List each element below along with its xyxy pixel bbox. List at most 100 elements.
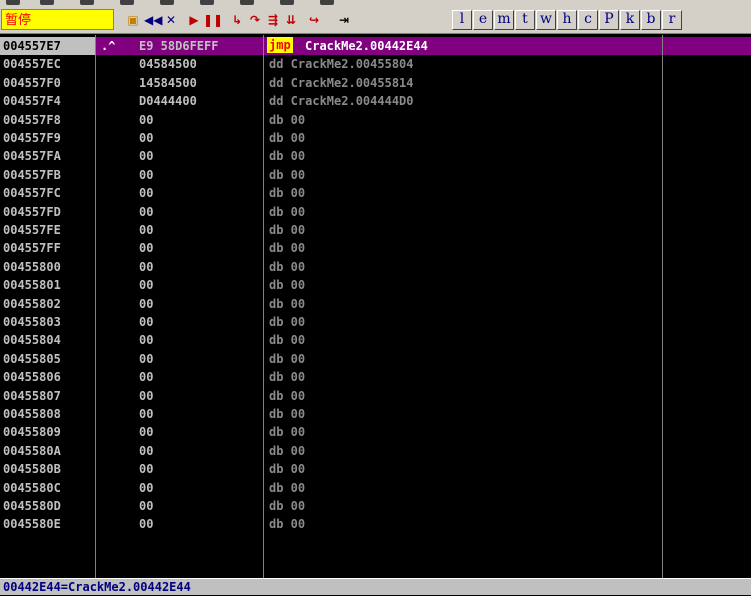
table-row[interactable]: 00455808 00 db 00 [0,405,751,423]
disassembly-text: dd CrackMe2.00455804 [269,57,414,72]
disassembly-text: db 00 [269,296,306,311]
column-divider[interactable] [263,35,264,578]
table-row[interactable]: 004557FC 00 db 00 [0,184,751,202]
table-row[interactable]: 004557FF 00 db 00 [0,239,751,257]
selected-row[interactable]: 004557E7 .^ E9 58D6FEFF jmp CrackMe2.004… [0,37,751,56]
address: 0045580C [3,480,61,495]
patches-window-button[interactable]: P [599,10,619,30]
pause-icon[interactable]: ❚❚ [203,10,223,30]
table-row[interactable]: 00455804 00 db 00 [0,331,751,349]
disassembly-text: db 00 [269,167,306,182]
threads-window-button[interactable]: t [515,10,535,30]
table-row[interactable]: 00455801 00 db 00 [0,276,751,294]
run-icon[interactable]: ▶ [185,10,203,30]
close-icon[interactable]: ✕ [162,10,180,30]
table-row[interactable]: 0045580E 00 db 00 [0,515,751,533]
table-row[interactable]: 00455805 00 db 00 [0,350,751,368]
goto-icon[interactable]: ⇥ [335,10,353,30]
column-divider[interactable] [662,35,663,578]
hex-dump: 00 [139,167,154,182]
disassembly-text: db 00 [269,241,306,256]
memory-window-button[interactable]: m [494,10,514,30]
table-row[interactable]: 00455803 00 db 00 [0,313,751,331]
table-row[interactable]: 004557FD 00 db 00 [0,203,751,221]
modules-window-button[interactable]: e [473,10,493,30]
table-row[interactable]: 00455800 00 db 00 [0,258,751,276]
table-row[interactable]: 004557FA 00 db 00 [0,147,751,165]
table-row[interactable]: 004557FE 00 db 00 [0,221,751,239]
address: 004557F4 [3,94,61,109]
disassembly-text: db 00 [269,149,306,164]
hex-dump: 14584500 [139,75,197,90]
address: 00455809 [3,425,61,440]
hex-dump: 00 [139,443,154,458]
hex-dump: 00 [139,149,154,164]
table-row[interactable]: 0045580C 00 db 00 [0,479,751,497]
hex-dump: E9 58D6FEFF [139,39,219,53]
address: 00455802 [3,296,61,311]
hex-dump: D0444400 [139,94,197,109]
disassembly-text: db 00 [269,204,306,219]
table-row[interactable]: 004557F8 00 db 00 [0,111,751,129]
disassembly-text: db 00 [269,259,306,274]
references-window-button[interactable]: r [662,10,682,30]
table-row[interactable]: 0045580A 00 db 00 [0,442,751,460]
menu-icon[interactable] [80,0,94,5]
table-row[interactable]: 004557FB 00 db 00 [0,166,751,184]
menu-icon[interactable] [160,0,174,5]
step-into-icon[interactable]: ↳ [228,10,246,30]
disassembly-text: db 00 [269,131,306,145]
call-stack-window-button[interactable]: k [620,10,640,30]
disassembly-pane[interactable]: 004557E7 .^ E9 58D6FEFF jmp CrackMe2.004… [0,35,751,578]
address: 00455800 [3,259,61,274]
breakpoints-window-button[interactable]: b [641,10,661,30]
step-over-icon[interactable]: ↷ [246,10,264,30]
menu-icon[interactable] [280,0,294,5]
trace-over-icon[interactable]: ⇊ [282,10,300,30]
log-window-button[interactable]: l [452,10,472,30]
table-row[interactable]: 0045580D 00 db 00 [0,497,751,515]
table-row[interactable]: 004557F9 00 db 00 [0,129,751,147]
address: 004557FE [3,223,61,237]
menu-icon[interactable] [40,0,54,5]
disassembly-text: db 00 [269,517,306,532]
address: 00455801 [3,278,61,293]
disassembly-text: dd CrackMe2.00455814 [269,75,414,90]
menu-icon[interactable] [200,0,214,5]
address: 004557F9 [3,131,61,145]
table-row[interactable]: 00455809 00 db 00 [0,423,751,441]
menu-icon[interactable] [320,0,334,5]
table-row[interactable]: 004557EC 04584500 dd CrackMe2.00455804 [0,55,751,73]
table-row[interactable]: 004557F4 D0444400 dd CrackMe2.004444D0 [0,92,751,110]
disassembly-text: db 00 [269,112,306,127]
menu-icon[interactable] [120,0,134,5]
hex-dump: 00 [139,480,154,495]
address: 004557F8 [3,112,61,127]
trace-into-icon[interactable]: ⇶ [264,10,282,30]
column-divider[interactable] [95,35,96,578]
hex-dump: 00 [139,407,154,421]
open-icon[interactable]: ▣ [124,10,142,30]
execute-till-return-icon[interactable]: ↪ [305,10,323,30]
table-row[interactable]: 004557F0 14584500 dd CrackMe2.00455814 [0,74,751,92]
cpu-window-button[interactable]: c [578,10,598,30]
table-row[interactable]: 00455807 00 db 00 [0,387,751,405]
menu-icon[interactable] [6,0,20,5]
address: 004557FF [3,241,61,256]
disassembly-text: db 00 [269,333,306,348]
table-row[interactable]: 00455802 00 db 00 [0,295,751,313]
menu-icon[interactable] [240,0,254,5]
table-row[interactable]: 00455806 00 db 00 [0,368,751,386]
disassembly-text: db 00 [269,480,306,495]
disassembly-text: db 00 [269,223,306,237]
address: 0045580B [3,462,61,477]
handles-window-button[interactable]: h [557,10,577,30]
toolbar: 暂停 ▣ ◀◀ ✕ ▶ ❚❚ ↳ ↷ ⇶ ⇊ ↪ ⇥ l e m t w h c… [0,6,751,34]
table-row[interactable]: 0045580B 00 db 00 [0,460,751,478]
status-indicator: 暂停 [1,9,114,30]
address: 004557FA [3,149,61,164]
rewind-icon[interactable]: ◀◀ [144,10,162,30]
disassembly-text: db 00 [269,278,306,293]
address: 0045580A [3,443,61,458]
windows-window-button[interactable]: w [536,10,556,30]
